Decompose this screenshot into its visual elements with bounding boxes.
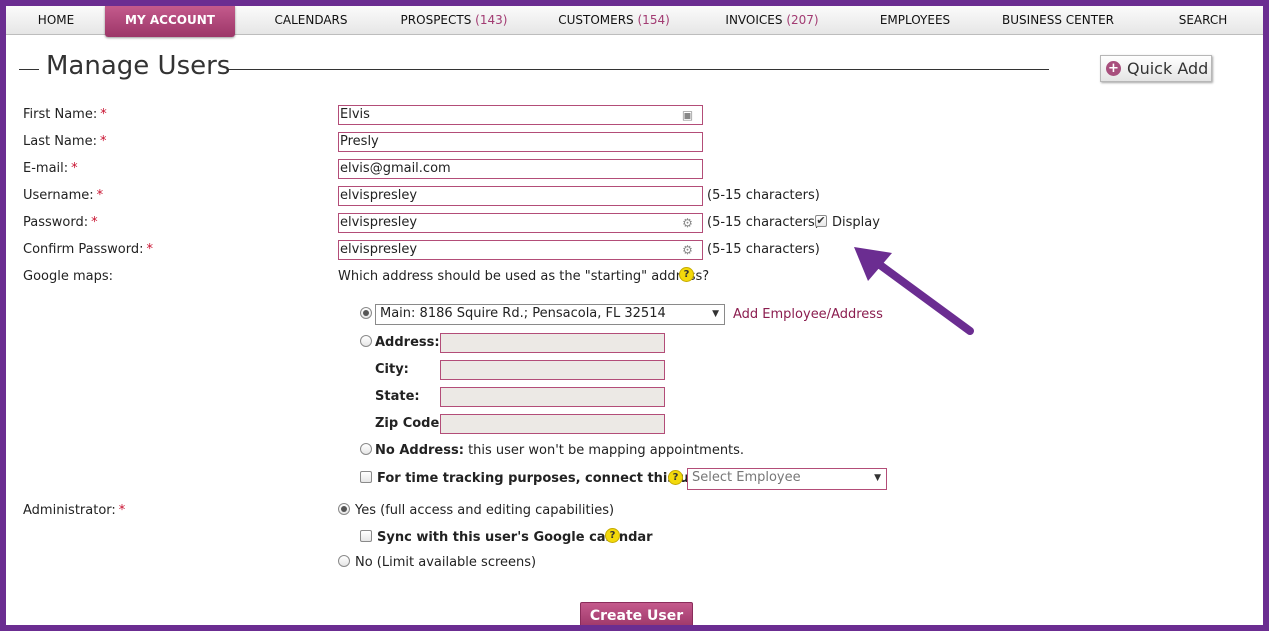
quick-add-button[interactable]: + Quick Add — [1100, 55, 1212, 82]
first-name-label: First Name: * — [23, 107, 107, 122]
custom-address-radio[interactable] — [360, 335, 372, 347]
chevron-down-icon: ▼ — [874, 473, 881, 483]
nav-invoices[interactable]: INVOICES (207) — [725, 6, 818, 35]
time-tracking-checkbox[interactable] — [360, 471, 372, 483]
confirm-password-hint: (5-15 characters) — [707, 242, 820, 257]
invoices-count: (207) — [786, 13, 819, 27]
password-label: Password: * — [23, 215, 98, 230]
select-employee-dropdown[interactable]: Select Employee ▼ — [687, 468, 887, 490]
admin-yes-label: Yes (full access and editing capabilitie… — [355, 503, 615, 518]
annotation-arrow-icon — [854, 247, 974, 335]
contact-card-icon[interactable]: ▣ — [681, 108, 694, 122]
nav-search[interactable]: SEARCH — [1179, 6, 1228, 35]
title-rule-left — [19, 69, 39, 70]
password-hint: (5-15 characters) — [707, 215, 820, 230]
email-field[interactable]: elvis@gmail.com — [338, 159, 703, 179]
chevron-down-icon: ▼ — [712, 309, 719, 319]
nav-employees[interactable]: EMPLOYEES — [880, 6, 950, 35]
nav-home[interactable]: HOME — [38, 6, 74, 35]
admin-no-label: No (Limit available screens) — [355, 555, 537, 570]
username-field[interactable]: elvispresley — [338, 186, 703, 206]
display-password-label: Display — [832, 215, 880, 230]
google-maps-label: Google maps: — [23, 269, 114, 284]
help-icon[interactable]: ? — [679, 267, 694, 282]
google-maps-question: Which address should be used as the "sta… — [338, 269, 710, 284]
app-frame: HOME MY ACCOUNT CALENDARS PROSPECTS (143… — [6, 6, 1263, 625]
email-label: E-mail: * — [23, 161, 78, 176]
state-field[interactable] — [440, 387, 665, 407]
address-field[interactable] — [440, 333, 665, 353]
title-rule-right — [228, 69, 1049, 70]
help-icon[interactable]: ? — [605, 528, 620, 543]
display-password-checkbox[interactable]: ✔ — [815, 215, 827, 227]
last-name-field[interactable]: Presly — [338, 132, 703, 152]
password-generate-icon[interactable]: ⚙ — [681, 243, 694, 257]
zip-code-field[interactable] — [440, 414, 665, 434]
page-title: Manage Users — [46, 51, 231, 81]
main-address-select[interactable]: Main: 8186 Squire Rd.; Pensacola, FL 325… — [375, 304, 725, 325]
username-hint: (5-15 characters) — [707, 188, 820, 203]
customers-count: (154) — [637, 13, 670, 27]
plus-icon: + — [1106, 61, 1121, 76]
nav-business-center[interactable]: BUSINESS CENTER — [1002, 6, 1114, 35]
admin-yes-radio[interactable] — [338, 503, 350, 515]
address-label: Address: — [375, 335, 440, 350]
confirm-password-field[interactable]: elvispresley ⚙ — [338, 240, 703, 260]
last-name-label: Last Name: * — [23, 134, 107, 149]
password-generate-icon[interactable]: ⚙ — [681, 216, 694, 230]
password-field[interactable]: elvispresley ⚙ — [338, 213, 703, 233]
nav-customers[interactable]: CUSTOMERS (154) — [558, 6, 670, 35]
top-nav: HOME MY ACCOUNT CALENDARS PROSPECTS (143… — [6, 6, 1263, 37]
quick-add-label: Quick Add — [1127, 59, 1209, 78]
city-field[interactable] — [440, 360, 665, 380]
help-icon[interactable]: ? — [668, 470, 683, 485]
nav-calendars[interactable]: CALENDARS — [274, 6, 347, 35]
admin-no-radio[interactable] — [338, 555, 350, 567]
administrator-label: Administrator: * — [23, 503, 126, 518]
prospects-count: (143) — [475, 13, 508, 27]
city-label: City: — [375, 362, 409, 377]
state-label: State: — [375, 389, 420, 404]
create-user-button[interactable]: Create User — [580, 602, 693, 625]
username-label: Username: * — [23, 188, 104, 203]
first-name-field[interactable]: Elvis ▣ — [338, 105, 703, 125]
nav-my-account[interactable]: MY ACCOUNT — [105, 6, 235, 37]
no-address-radio[interactable] — [360, 443, 372, 455]
zip-code-label: Zip Code: — [375, 416, 445, 431]
nav-prospects[interactable]: PROSPECTS (143) — [401, 6, 508, 35]
confirm-password-label: Confirm Password: * — [23, 242, 153, 257]
main-address-radio[interactable] — [360, 307, 372, 319]
no-address-label: No Address: this user won't be mapping a… — [375, 443, 745, 458]
sync-google-calendar-checkbox[interactable] — [360, 530, 372, 542]
